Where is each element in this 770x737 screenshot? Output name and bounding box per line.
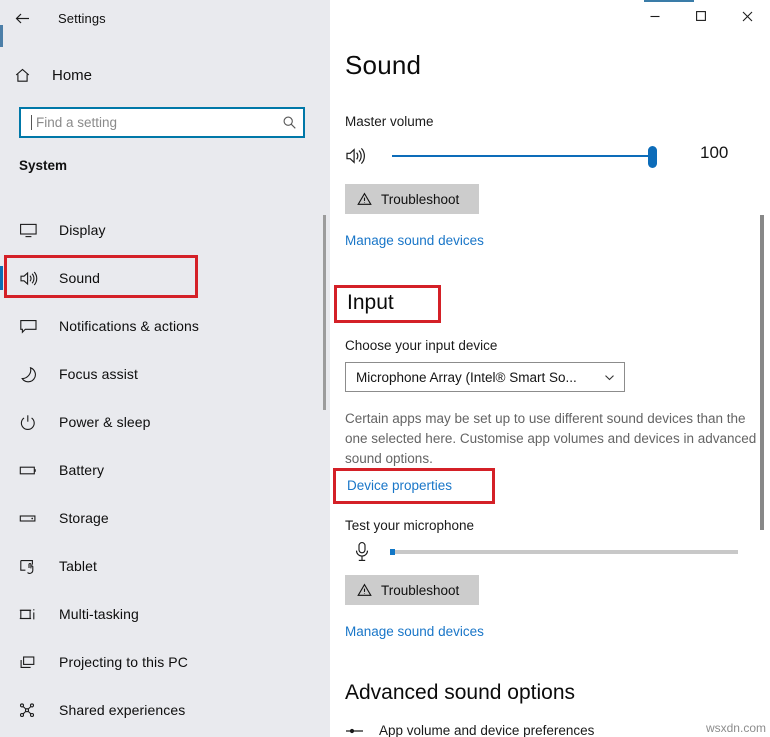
microphone-level-meter — [345, 540, 745, 566]
sidebar-item-sound-label: Sound — [59, 270, 100, 286]
output-troubleshoot-label: Troubleshoot — [381, 192, 459, 207]
content-pane: Sound Master volume 100 Troublesh — [330, 0, 770, 737]
sidebar: Settings Home Find a setting System — [0, 0, 330, 737]
sliders-icon — [345, 724, 365, 737]
master-volume-track[interactable] — [392, 155, 654, 157]
watermark: wsxdn.com — [706, 721, 766, 735]
sidebar-item-tablet-label: Tablet — [59, 558, 97, 574]
app-title: Settings — [58, 11, 106, 26]
input-device-select[interactable]: Microphone Array (Intel® Smart So... — [345, 362, 625, 392]
sidebar-item-battery[interactable]: Battery — [0, 446, 330, 494]
test-microphone-label: Test your microphone — [345, 518, 474, 533]
app-volume-row[interactable]: App volume and device preferences — [345, 723, 594, 737]
advanced-sound-options-heading: Advanced sound options — [345, 681, 575, 705]
sidebar-scrollbar[interactable] — [323, 215, 326, 410]
sidebar-item-shared-experiences[interactable]: Shared experiences — [0, 686, 330, 734]
device-properties-link[interactable]: Device properties — [347, 478, 452, 493]
input-troubleshoot-button[interactable]: Troubleshoot — [345, 575, 479, 605]
maximize-icon[interactable] — [678, 0, 724, 32]
sidebar-item-display-label: Display — [59, 222, 106, 238]
input-heading: Input — [347, 291, 394, 315]
sidebar-item-battery-label: Battery — [59, 462, 104, 478]
microphone-icon — [353, 541, 371, 568]
master-volume-label: Master volume — [345, 114, 434, 129]
home-icon — [0, 67, 44, 84]
search-input[interactable]: Find a setting — [19, 107, 305, 138]
power-icon — [19, 411, 45, 433]
multitasking-icon — [19, 603, 45, 625]
settings-window: Settings Home Find a setting System — [0, 0, 770, 737]
window-controls — [632, 0, 770, 32]
choose-input-device-label: Choose your input device — [345, 338, 497, 353]
speaker-icon — [19, 267, 45, 289]
speaker-icon — [345, 146, 367, 171]
back-arrow-icon[interactable] — [0, 2, 44, 34]
sidebar-item-home[interactable]: Home — [0, 59, 300, 91]
microphone-level-track — [392, 550, 738, 554]
master-volume-value: 100 — [700, 143, 728, 163]
sidebar-item-home-label: Home — [52, 67, 92, 84]
input-device-value: Microphone Array (Intel® Smart So... — [356, 370, 594, 385]
sidebar-item-projecting-label: Projecting to this PC — [59, 654, 188, 670]
app-volume-row-label: App volume and device preferences — [379, 723, 594, 737]
sidebar-item-storage-label: Storage — [59, 510, 109, 526]
sidebar-group-title: System — [19, 158, 67, 173]
input-troubleshoot-label: Troubleshoot — [381, 583, 459, 598]
sidebar-item-sound[interactable]: Sound — [0, 254, 330, 302]
sidebar-nav: Display Sound — [0, 206, 330, 734]
sidebar-item-focus-assist-label: Focus assist — [59, 366, 138, 382]
content-scrollbar-thumb[interactable] — [760, 215, 764, 530]
storage-icon — [19, 507, 45, 529]
sidebar-item-focus-assist[interactable]: Focus assist — [0, 350, 330, 398]
master-volume-slider[interactable]: 100 — [345, 143, 745, 173]
sidebar-item-shared-experiences-label: Shared experiences — [59, 702, 185, 718]
output-troubleshoot-button[interactable]: Troubleshoot — [345, 184, 479, 214]
sidebar-item-multi-tasking-label: Multi-tasking — [59, 606, 139, 622]
search-icon[interactable] — [275, 115, 303, 130]
warning-icon — [357, 583, 372, 597]
input-description: Certain apps may be set up to use differ… — [345, 409, 759, 469]
titlebar: Settings — [0, 0, 330, 36]
chevron-down-icon[interactable] — [594, 371, 624, 384]
sidebar-item-display[interactable]: Display — [0, 206, 330, 254]
warning-icon — [357, 192, 372, 206]
page-title: Sound — [345, 50, 421, 81]
input-manage-sound-devices-link[interactable]: Manage sound devices — [345, 624, 484, 639]
battery-icon — [19, 459, 45, 481]
moon-icon — [19, 363, 45, 385]
sidebar-item-tablet[interactable]: Tablet — [0, 542, 330, 590]
sidebar-item-notifications[interactable]: Notifications & actions — [0, 302, 330, 350]
minimize-icon[interactable] — [632, 0, 678, 32]
search-placeholder: Find a setting — [36, 115, 275, 130]
search-caret — [31, 115, 32, 130]
sidebar-item-storage[interactable]: Storage — [0, 494, 330, 542]
notification-icon — [19, 315, 45, 337]
sidebar-item-projecting[interactable]: Projecting to this PC — [0, 638, 330, 686]
tablet-icon — [19, 555, 45, 577]
microphone-level-indicator — [390, 549, 395, 555]
output-manage-sound-devices-link[interactable]: Manage sound devices — [345, 233, 484, 248]
sidebar-item-power-sleep-label: Power & sleep — [59, 414, 151, 430]
sidebar-item-multi-tasking[interactable]: Multi-tasking — [0, 590, 330, 638]
projecting-icon — [19, 651, 45, 673]
close-icon[interactable] — [724, 0, 770, 32]
sidebar-item-power-sleep[interactable]: Power & sleep — [0, 398, 330, 446]
share-icon — [19, 699, 45, 721]
master-volume-thumb[interactable] — [648, 146, 657, 168]
sidebar-item-notifications-label: Notifications & actions — [59, 318, 199, 334]
monitor-icon — [19, 219, 45, 241]
